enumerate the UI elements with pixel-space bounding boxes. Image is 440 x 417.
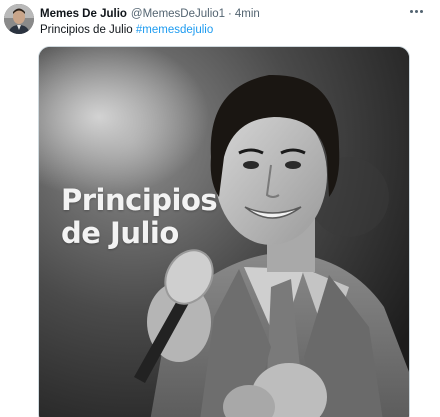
author-name[interactable]: Memes De Julio <box>40 8 127 20</box>
media-caption-line-2: de Julio <box>61 216 179 250</box>
avatar[interactable] <box>4 4 34 34</box>
tweet[interactable]: Memes De Julio @MemesDeJulio1 · 4min Pri… <box>0 0 440 417</box>
more-dot-icon <box>409 9 413 13</box>
separator-dot: · <box>228 8 232 20</box>
media-caption: Principios de Julio <box>61 183 218 250</box>
more-dot-icon <box>414 9 418 13</box>
tweet-header: Memes De Julio @MemesDeJulio1 · 4min <box>40 6 260 22</box>
tweet-media[interactable]: Principios de Julio <box>38 46 410 417</box>
tweet-body: Principios de Julio <box>40 24 133 36</box>
avatar-image <box>4 4 34 34</box>
author-handle[interactable]: @MemesDeJulio1 <box>131 8 225 20</box>
more-options-button[interactable] <box>406 3 426 19</box>
more-dot-icon <box>419 9 423 13</box>
hashtag-link[interactable]: #memesdejulio <box>136 24 213 36</box>
media-caption-line-1: Principios <box>61 183 218 217</box>
timestamp[interactable]: 4min <box>235 8 260 20</box>
tweet-text: Principios de Julio #memesdejulio <box>40 22 213 38</box>
